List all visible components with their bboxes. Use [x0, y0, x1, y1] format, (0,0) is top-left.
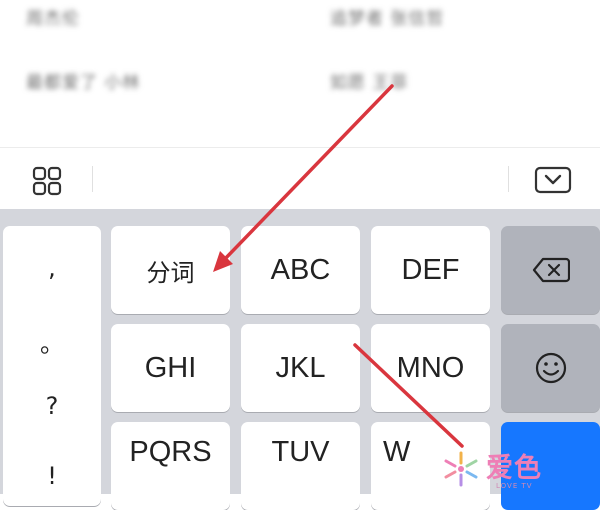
grid-icon[interactable] — [32, 166, 62, 196]
list-item-right[interactable]: 追梦者 张信哲 — [330, 4, 444, 29]
snowflake-logo-icon — [444, 451, 478, 487]
key-tuv[interactable]: TUV — [241, 422, 360, 510]
toolbar-divider — [508, 166, 509, 192]
punctuation-column[interactable]: , 。 ? ! — [3, 226, 101, 506]
song-list: 周杰伦 追梦者 张信哲 最都爱了 小林 如愿 王菲 — [0, 0, 600, 147]
emoji-icon — [535, 352, 566, 384]
key-pqrs[interactable]: PQRS — [111, 422, 230, 510]
keyboard-toolbar — [0, 147, 600, 210]
backspace-icon — [532, 257, 570, 283]
list-item-left[interactable]: 周杰伦 — [26, 4, 80, 29]
watermark-text: 爱色 — [486, 453, 542, 484]
key-ghi[interactable]: GHI — [111, 324, 230, 412]
delete-key[interactable] — [501, 226, 600, 314]
emoji-key[interactable] — [501, 324, 600, 412]
key-segment[interactable]: 分词 — [111, 226, 230, 314]
watermark: 爱色 LOVE TV — [440, 446, 570, 494]
list-item-left[interactable]: 最都爱了 小林 — [26, 68, 140, 93]
punct-key-question[interactable]: ? — [3, 392, 101, 420]
key-abc[interactable]: ABC — [241, 226, 360, 314]
key-mno[interactable]: MNO — [371, 324, 490, 412]
list-item-right[interactable]: 如愿 王菲 — [330, 68, 408, 93]
punct-key-comma[interactable]: , — [3, 254, 101, 282]
toolbar-divider — [92, 166, 93, 192]
punct-key-exclaim[interactable]: ! — [3, 462, 101, 490]
watermark-subtext: LOVE TV — [496, 482, 533, 490]
key-jkl[interactable]: JKL — [241, 324, 360, 412]
keyboard-collapse-icon[interactable] — [534, 166, 572, 194]
key-def[interactable]: DEF — [371, 226, 490, 314]
punct-key-period[interactable]: 。 — [3, 324, 101, 359]
